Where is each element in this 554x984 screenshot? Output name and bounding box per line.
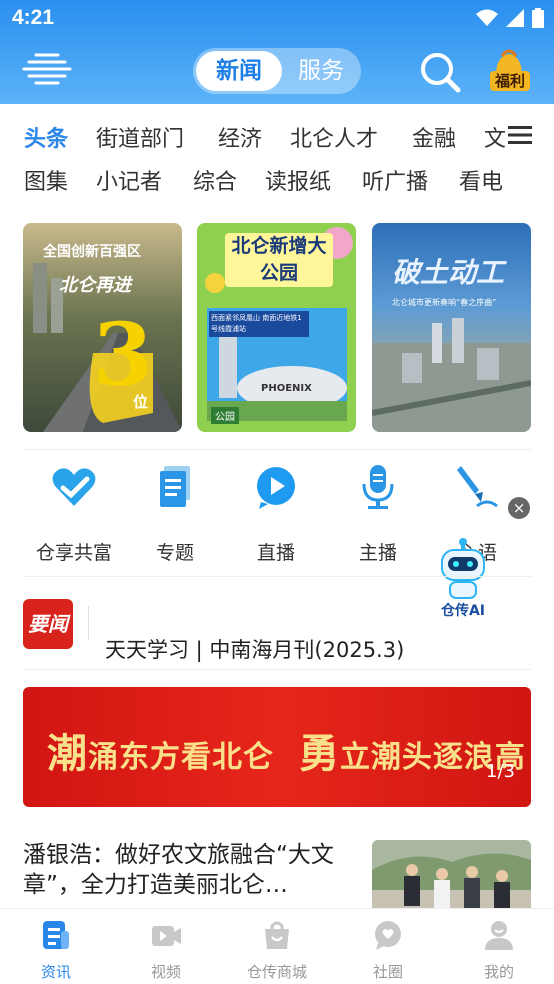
tab-label: 社圈 <box>372 963 403 981</box>
wifi-icon <box>476 9 498 26</box>
banner-char-2: 勇 <box>298 730 340 777</box>
search-icon[interactable] <box>418 50 462 94</box>
quick-action-anchor[interactable]: 主播 <box>328 462 428 565</box>
pen-icon <box>457 466 498 508</box>
video-icon <box>152 926 181 946</box>
battery-icon <box>532 8 544 28</box>
card2-badge: 公园 <box>211 407 239 424</box>
tab-label: 我的 <box>483 963 514 981</box>
community-icon <box>375 921 401 950</box>
bottom-tab-bar: 资讯 视频 仓传商城 社圈 我的 <box>0 908 554 984</box>
banner-slogan: 潮涌东方看北仑 勇立潮头逐浪高 <box>47 721 526 779</box>
quick-action-live[interactable]: 直播 <box>226 462 326 565</box>
category-row-2: 图集 小记者 综合 读报纸 听广播 看电 <box>24 164 504 196</box>
shopping-bag-icon <box>265 921 289 949</box>
banner-text-1: 涌东方看北仑 <box>88 740 274 775</box>
ticker-separator <box>88 606 89 640</box>
app-logo-icon[interactable] <box>22 50 72 90</box>
feature-card-groundbreaking[interactable]: 破土动工 北仑城市更新奏响“春之序曲” <box>372 223 531 432</box>
profile-icon <box>485 921 513 950</box>
banner-page-indicator: 1/3 <box>486 761 515 782</box>
app-header: 4:21 新闻 服务 福利 <box>0 0 554 104</box>
card3-title: 破土动工 <box>392 256 505 289</box>
card2-title: 北仑新增大公园 <box>225 233 333 287</box>
category-tab-talent[interactable]: 北仑人才 <box>290 121 378 153</box>
tab-label: 资讯 <box>40 963 71 981</box>
quick-action-label: 直播 <box>256 542 295 564</box>
card1-rank-unit: 位 <box>133 393 149 411</box>
category-tab-radio[interactable]: 听广播 <box>362 164 428 196</box>
quick-action-label: 专题 <box>155 542 194 564</box>
status-time: 4:21 <box>12 6 55 29</box>
heart-check-icon <box>52 468 96 506</box>
category-tab-gallery[interactable]: 图集 <box>24 164 68 196</box>
tab-label: 仓传商城 <box>246 963 307 981</box>
category-tab-finance[interactable]: 金融 <box>412 121 456 153</box>
close-ai-float-button[interactable]: × <box>508 497 530 519</box>
live-play-icon <box>257 467 295 509</box>
ticker-headline[interactable]: 天天学习 | 中南海月刊(2025.3) <box>105 634 404 664</box>
divider <box>23 669 531 670</box>
tab-news[interactable]: 资讯 <box>11 919 101 982</box>
news-icon <box>43 921 69 949</box>
category-tab-general[interactable]: 综合 <box>193 164 237 196</box>
segment-news[interactable]: 新闻 <box>196 51 282 91</box>
card3-caption: 北仑城市更新奏响“春之序曲” <box>392 298 497 307</box>
category-tab-economy[interactable]: 经济 <box>218 121 262 153</box>
tab-mall[interactable]: 仓传商城 <box>232 919 322 982</box>
document-icon <box>160 466 190 507</box>
category-tab-newspaper[interactable]: 读报纸 <box>265 164 331 196</box>
article-thumbnail[interactable] <box>372 840 531 912</box>
category-row-1: 头条 街道部门 经济 北仑人才 金融 文 <box>24 121 506 153</box>
card1-title: 全国创新百强区 <box>43 244 141 260</box>
tab-community[interactable]: 社圈 <box>343 919 433 982</box>
card1-subtitle: 北仑再进 <box>59 275 131 296</box>
category-tab-tv[interactable]: 看电 <box>459 164 503 196</box>
feature-card-park[interactable]: 北仑新增大公园 西面紧邻凤凰山 南面近地铁1号线霞浦站 PHOENIX 公园 <box>197 223 356 432</box>
quick-action-topics[interactable]: 专题 <box>125 462 225 565</box>
quick-action-label: 主播 <box>358 542 397 564</box>
divider <box>23 449 531 450</box>
category-tab-street-dept[interactable]: 街道部门 <box>96 121 184 153</box>
system-icons <box>476 8 544 28</box>
news-ticker[interactable]: 要闻 天天学习 | 中南海月刊(2025.3) <box>0 588 554 670</box>
important-news-badge: 要闻 <box>23 599 73 649</box>
quick-action-shared-prosperity[interactable]: 仓享共富 <box>24 462 124 565</box>
article-photo <box>372 840 531 912</box>
card2-tag: PHOENIX <box>261 383 312 394</box>
quick-action-label: 仓享共富 <box>35 542 112 564</box>
promo-banner[interactable]: 潮涌东方看北仑 勇立潮头逐浪高 1/3 <box>23 687 531 807</box>
tab-video[interactable]: 视频 <box>121 919 211 982</box>
divider <box>23 576 531 577</box>
tab-label: 视频 <box>150 963 181 981</box>
status-bar: 4:21 <box>0 0 554 38</box>
segment-service[interactable]: 服务 <box>285 51 357 91</box>
welfare-label: 福利 <box>490 71 530 91</box>
category-tab-culture[interactable]: 文 <box>484 121 506 153</box>
category-tab-headline[interactable]: 头条 <box>24 121 68 153</box>
category-menu-icon[interactable] <box>508 125 532 145</box>
tab-profile[interactable]: 我的 <box>454 919 544 982</box>
card2-caption: 西面紧邻凤凰山 南面近地铁1号线霞浦站 <box>209 311 309 337</box>
microphone-icon <box>362 465 394 509</box>
feature-card-innovation[interactable]: 全国创新百强区 北仑再进 3 位 <box>23 223 182 432</box>
news-service-switch: 新闻 服务 <box>193 48 361 94</box>
signal-icon <box>506 9 524 27</box>
article-title[interactable]: 潘银浩：做好农文旅融合“大文章”，全力打造美丽北仑… <box>23 840 353 900</box>
category-tab-reporter[interactable]: 小记者 <box>96 164 162 196</box>
banner-char-1: 潮 <box>47 730 88 777</box>
welfare-button[interactable]: 福利 <box>484 48 534 94</box>
